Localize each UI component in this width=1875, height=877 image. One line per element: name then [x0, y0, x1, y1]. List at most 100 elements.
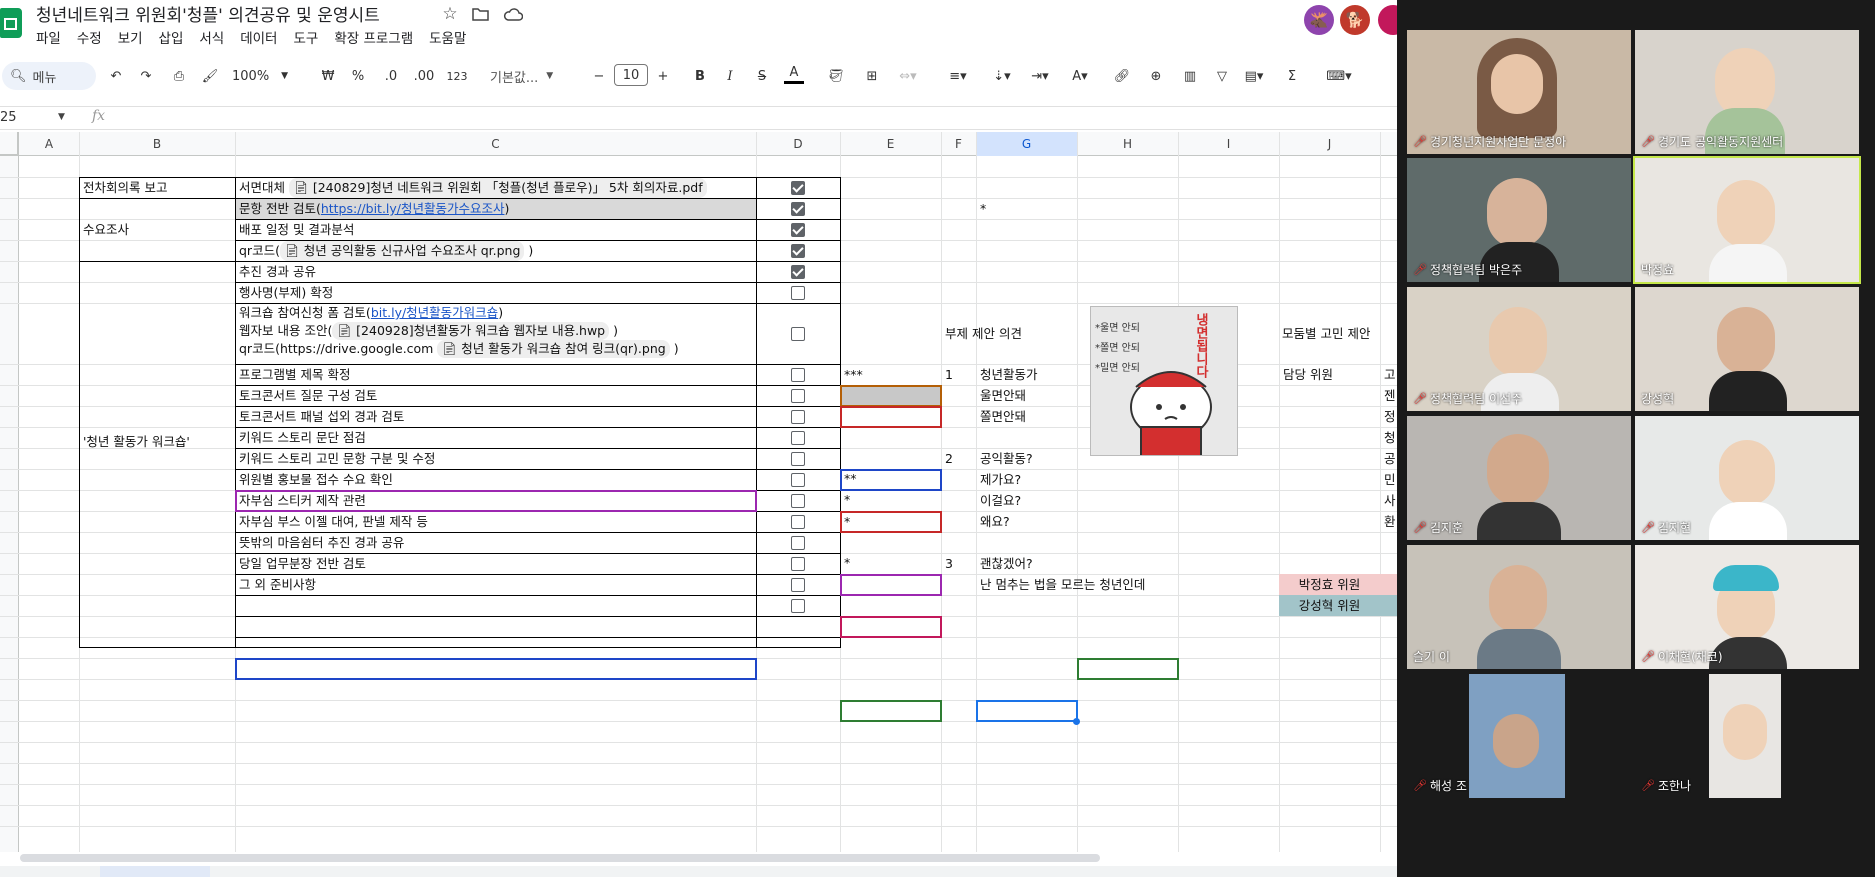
menu-help[interactable]: 도움말	[421, 27, 474, 47]
vertical-align-icon[interactable]: ⇣▾	[988, 64, 1016, 88]
horizontal-align-icon[interactable]: ≡▾	[944, 64, 972, 88]
sheet-grid[interactable]: A B C D E F G H I J 전차회의록 보고 수요조사 '청년 활동…	[0, 132, 1397, 852]
decrease-decimal-button[interactable]: .0	[380, 64, 402, 88]
more-formats-button[interactable]: 123	[444, 64, 470, 88]
task-checkbox[interactable]	[791, 389, 805, 403]
participant-tile[interactable]: 🎤︎ 김지훈	[1407, 416, 1631, 540]
active-sheet-tab[interactable]	[100, 866, 210, 877]
text-wrap-icon[interactable]: ⇥▾	[1026, 64, 1054, 88]
task-checkbox[interactable]	[791, 431, 805, 445]
participant-tile[interactable]: 슬기 이	[1407, 545, 1631, 669]
task-checkbox[interactable]	[791, 327, 805, 341]
file-chip[interactable]: 📄︎ [240928]청년활동가 워크숍 웹자보 내용.hwp	[332, 322, 610, 340]
collaborator-avatar[interactable]: 🫎	[1304, 5, 1334, 35]
menu-view[interactable]: 보기	[110, 27, 151, 47]
file-chip[interactable]: 📄︎ 청년 공익활동 신규사업 수요조사 qr.png	[279, 241, 525, 261]
font-size-decrease-button[interactable]: −	[590, 64, 608, 88]
paint-format-icon[interactable]: 🖌︎	[200, 64, 220, 88]
file-chip[interactable]: 📄︎ 청년 활동가 워크숍 참여 링크(qr).png	[437, 340, 670, 358]
column-header-h[interactable]: H	[1077, 134, 1178, 154]
cloud-status-icon[interactable]	[502, 4, 524, 24]
collaborator-avatar[interactable]: 🐕	[1340, 5, 1370, 35]
task-checkbox[interactable]	[791, 181, 805, 195]
star-icon[interactable]: ☆	[440, 4, 460, 24]
insert-comment-icon[interactable]: ⊕	[1146, 64, 1166, 88]
collaborator-avatar[interactable]	[1378, 5, 1397, 35]
menu-insert[interactable]: 삽입	[151, 27, 192, 47]
task-checkbox[interactable]	[791, 494, 805, 508]
move-folder-icon[interactable]	[470, 4, 490, 24]
strikethrough-button[interactable]: S	[752, 64, 772, 88]
file-chip[interactable]: 📄︎ [240829]청년 네트워크 위원회 「청플(청년 플로우)」 5차 회…	[289, 178, 707, 198]
task-checkbox[interactable]	[791, 265, 805, 279]
input-tools-icon[interactable]: ⌨▾	[1322, 64, 1356, 88]
participant-tile[interactable]: 🎤︎ 정책협력팀 박은주	[1407, 158, 1631, 282]
participant-tile[interactable]: 🎤︎ 해성 조	[1407, 674, 1631, 798]
menu-extensions[interactable]: 확장 프로그램	[326, 27, 421, 47]
column-header-c[interactable]: C	[235, 134, 756, 154]
column-header-g[interactable]: G	[976, 132, 1077, 156]
column-header-e[interactable]: E	[840, 134, 941, 154]
column-header-i[interactable]: I	[1178, 134, 1279, 154]
task-checkbox[interactable]	[791, 536, 805, 550]
task-checkbox[interactable]	[791, 244, 805, 258]
participant-tile[interactable]: 🎤︎ 김지현	[1635, 416, 1859, 540]
menu-data[interactable]: 데이터	[232, 27, 285, 47]
workshop-link[interactable]: bit.ly/청년활동가워크숍	[371, 305, 498, 320]
text-color-button[interactable]: A	[784, 64, 804, 84]
participant-tile[interactable]: 🎤︎ 경기도 공익활동지원센터	[1635, 30, 1859, 154]
insert-link-icon[interactable]: 🔗︎	[1112, 64, 1132, 88]
fill-color-icon[interactable]: 🪣︎	[826, 64, 846, 88]
text-rotation-icon[interactable]: A▾	[1066, 64, 1094, 88]
task-checkbox[interactable]	[791, 410, 805, 424]
menu-file[interactable]: 파일	[36, 27, 69, 47]
selection-handle[interactable]	[1073, 718, 1080, 725]
task-checkbox[interactable]	[791, 515, 805, 529]
document-title[interactable]: 청년네트워크 위원회'청플' 의견공유 및 운영시트	[36, 1, 380, 26]
name-box-dropdown-icon[interactable]: ▼	[58, 112, 65, 122]
currency-format-button[interactable]: ₩	[318, 64, 338, 88]
name-box[interactable]: 25	[0, 110, 17, 125]
redo-icon[interactable]: ↷	[136, 64, 156, 88]
horizontal-scrollbar[interactable]	[20, 854, 1100, 862]
select-all-corner[interactable]	[0, 132, 19, 156]
bold-button[interactable]: B	[690, 64, 710, 88]
participant-tile[interactable]: 🎤︎ 조한나	[1635, 674, 1859, 798]
insert-chart-icon[interactable]: ▥	[1180, 64, 1200, 88]
undo-icon[interactable]: ↶	[106, 64, 126, 88]
increase-decimal-button[interactable]: .00	[410, 64, 438, 88]
column-header-j[interactable]: J	[1279, 134, 1380, 154]
participant-tile-active[interactable]: 박정효	[1633, 156, 1861, 284]
task-checkbox[interactable]	[791, 578, 805, 592]
menu-edit[interactable]: 수정	[69, 27, 110, 47]
sheets-logo[interactable]	[0, 8, 22, 38]
task-checkbox[interactable]	[791, 286, 805, 300]
participant-tile[interactable]: 강성혁	[1635, 287, 1859, 411]
zoom-select[interactable]: 100% ▼	[232, 64, 298, 88]
menu-search[interactable]: 🔍︎ 메뉴	[2, 62, 96, 90]
font-size-increase-button[interactable]: +	[654, 64, 672, 88]
column-header-f[interactable]: F	[941, 134, 976, 154]
survey-link[interactable]: https://bit.ly/청년활동가수요조사	[321, 201, 505, 216]
task-checkbox[interactable]	[791, 473, 805, 487]
merge-cells-icon[interactable]: ⇔▾	[894, 64, 922, 88]
column-header-a[interactable]: A	[19, 134, 79, 154]
participant-tile[interactable]: 🎤︎ 경기청년지원사업단 문정아	[1407, 30, 1631, 154]
task-checkbox[interactable]	[791, 368, 805, 382]
borders-icon[interactable]: ⊞	[862, 64, 882, 88]
italic-button[interactable]: I	[720, 64, 740, 88]
task-checkbox[interactable]	[791, 599, 805, 613]
selected-cell[interactable]	[976, 700, 1078, 722]
sticker-image[interactable]: *울면 안되 *쫄면 안되 *밀면 안되 냉면됩니다	[1090, 306, 1238, 456]
task-checkbox[interactable]	[791, 452, 805, 466]
font-size-input[interactable]: 10	[614, 64, 648, 86]
filter-views-icon[interactable]: ▤▾	[1240, 64, 1268, 88]
menu-format[interactable]: 서식	[191, 27, 232, 47]
task-checkbox[interactable]	[791, 557, 805, 571]
formula-input[interactable]	[120, 108, 1390, 128]
menu-tools[interactable]: 도구	[285, 27, 326, 47]
participant-tile[interactable]: 🎤︎ 이채현(채코)	[1635, 545, 1859, 669]
percent-format-button[interactable]: %	[348, 64, 368, 88]
task-checkbox[interactable]	[791, 223, 805, 237]
font-select[interactable]: 기본값... ▼	[490, 64, 570, 88]
